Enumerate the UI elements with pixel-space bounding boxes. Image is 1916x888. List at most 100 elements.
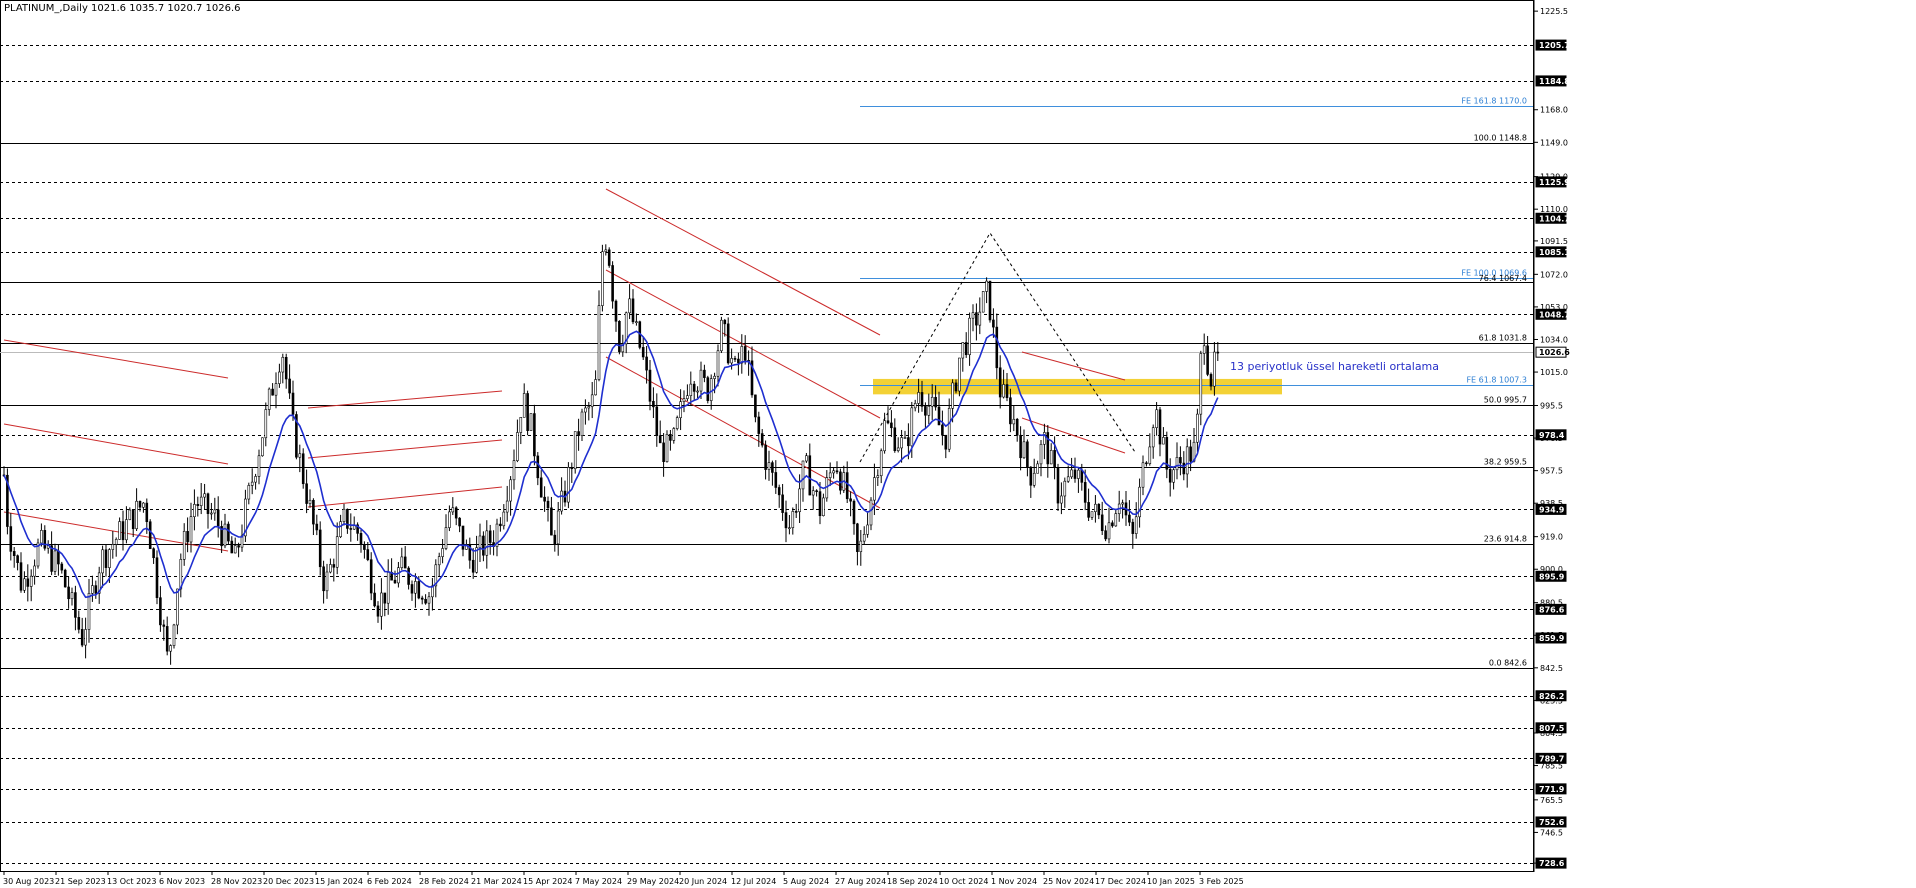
candle-body: [560, 490, 563, 512]
candle-body: [669, 433, 672, 441]
candle-body: [308, 499, 312, 504]
candle-body: [696, 390, 699, 393]
candle-body: [730, 358, 733, 364]
candle-body: [526, 393, 529, 431]
candle-body: [19, 562, 23, 591]
candle-body: [12, 551, 16, 557]
candle-body: [16, 555, 19, 563]
candle-body: [856, 523, 859, 552]
date-tick-label: 25 Nov 2024: [1043, 877, 1094, 886]
candle-body: [216, 509, 220, 527]
candle-body: [553, 534, 557, 545]
price-level-label: 771.9: [1539, 785, 1565, 794]
candle-body: [84, 629, 87, 646]
candle-body: [903, 437, 907, 439]
candle-body: [839, 471, 842, 491]
price-level-label: 1184.8: [1539, 77, 1570, 86]
candle-body: [376, 605, 380, 617]
candle-body: [635, 321, 638, 323]
candle-body: [152, 548, 155, 559]
candle-body: [1175, 457, 1179, 471]
candle-body: [896, 447, 900, 451]
date-tick-label: 20 Dec 2023: [263, 877, 314, 886]
candle-body: [369, 559, 373, 594]
candle-body: [1060, 495, 1063, 504]
price-level-label: 752.6: [1539, 818, 1565, 827]
candle-body: [1134, 516, 1138, 534]
date-tick-label: 28 Feb 2024: [419, 877, 469, 886]
candle-body: [1056, 467, 1060, 504]
candle-body: [913, 403, 917, 409]
price-tick-label: 842.5: [1540, 664, 1563, 673]
price-level-label: 1125.9: [1539, 178, 1570, 187]
candle-body: [1202, 345, 1206, 354]
candle-body: [162, 624, 166, 627]
candle-body: [873, 477, 876, 501]
price-tick-label: 1149.0: [1540, 138, 1568, 147]
date-tick-label: 21 Sep 2023: [55, 877, 106, 886]
date-tick-label: 15 Jan 2024: [315, 877, 363, 886]
date-tick-label: 21 Mar 2024: [471, 877, 522, 886]
candle-body: [223, 523, 227, 547]
fib-level-label: 0.0 842.6: [1489, 659, 1527, 668]
candle-body: [237, 545, 240, 548]
candle-body: [257, 455, 261, 477]
candle-body: [1070, 469, 1073, 478]
price-level-label: 807.5: [1539, 724, 1565, 733]
fib-level-label: 50.0 995.7: [1484, 396, 1527, 405]
candle-body: [910, 407, 914, 447]
candle-body: [737, 358, 740, 364]
candle-body: [567, 467, 570, 503]
candle-body: [70, 592, 74, 600]
candle-body: [740, 346, 744, 364]
candle-body: [1009, 397, 1012, 425]
candle-body: [288, 378, 291, 394]
candle-body: [80, 629, 84, 646]
candle-body: [998, 367, 1002, 398]
candle-body: [1090, 511, 1094, 518]
resistance-zone: [873, 378, 1282, 395]
candle-body: [1049, 450, 1053, 465]
candle-body: [879, 450, 883, 477]
candle-body: [199, 496, 203, 506]
candle-body: [975, 312, 978, 326]
candle-body: [87, 593, 91, 630]
candle-body: [1141, 462, 1145, 488]
candle-body: [1036, 463, 1039, 474]
candle-body: [1083, 482, 1087, 503]
candle-body: [1063, 480, 1067, 497]
candle-body: [754, 394, 757, 418]
candle-body: [862, 533, 866, 542]
candle-body: [213, 509, 217, 514]
price-level-label: 978.4: [1539, 431, 1565, 440]
candle-body: [424, 598, 427, 604]
candle-body: [335, 536, 339, 568]
candle-body: [233, 545, 237, 554]
fib-level-label: 23.6 914.8: [1484, 535, 1527, 544]
date-tick-label: 18 Sep 2024: [887, 877, 938, 886]
date-tick-label: 10 Jan 2025: [1147, 877, 1195, 886]
candle-body: [298, 453, 302, 458]
candle-body: [818, 491, 822, 517]
candle-body: [182, 531, 186, 560]
candle-body: [250, 481, 254, 486]
fib-overlap-label: 76.4 1067.4: [1479, 274, 1527, 283]
candle-body: [101, 549, 104, 574]
candle-body: [254, 476, 257, 483]
candle-body: [1019, 434, 1022, 459]
candle-body: [930, 396, 934, 407]
candle-body: [111, 544, 115, 550]
candle-body: [1168, 468, 1172, 483]
candle-body: [499, 523, 502, 527]
date-tick-label: 29 May 2024: [627, 877, 679, 886]
candle-body: [1128, 514, 1131, 523]
candle-body: [502, 511, 506, 527]
candle-body: [414, 581, 417, 594]
candle-body: [533, 413, 536, 457]
candle-body: [1022, 441, 1026, 459]
candle-body: [407, 567, 410, 585]
candle-body: [118, 521, 121, 540]
price-tick-label: 1168.0: [1540, 106, 1568, 115]
price-tick-label: 957.5: [1540, 467, 1563, 476]
candle-body: [26, 578, 30, 587]
